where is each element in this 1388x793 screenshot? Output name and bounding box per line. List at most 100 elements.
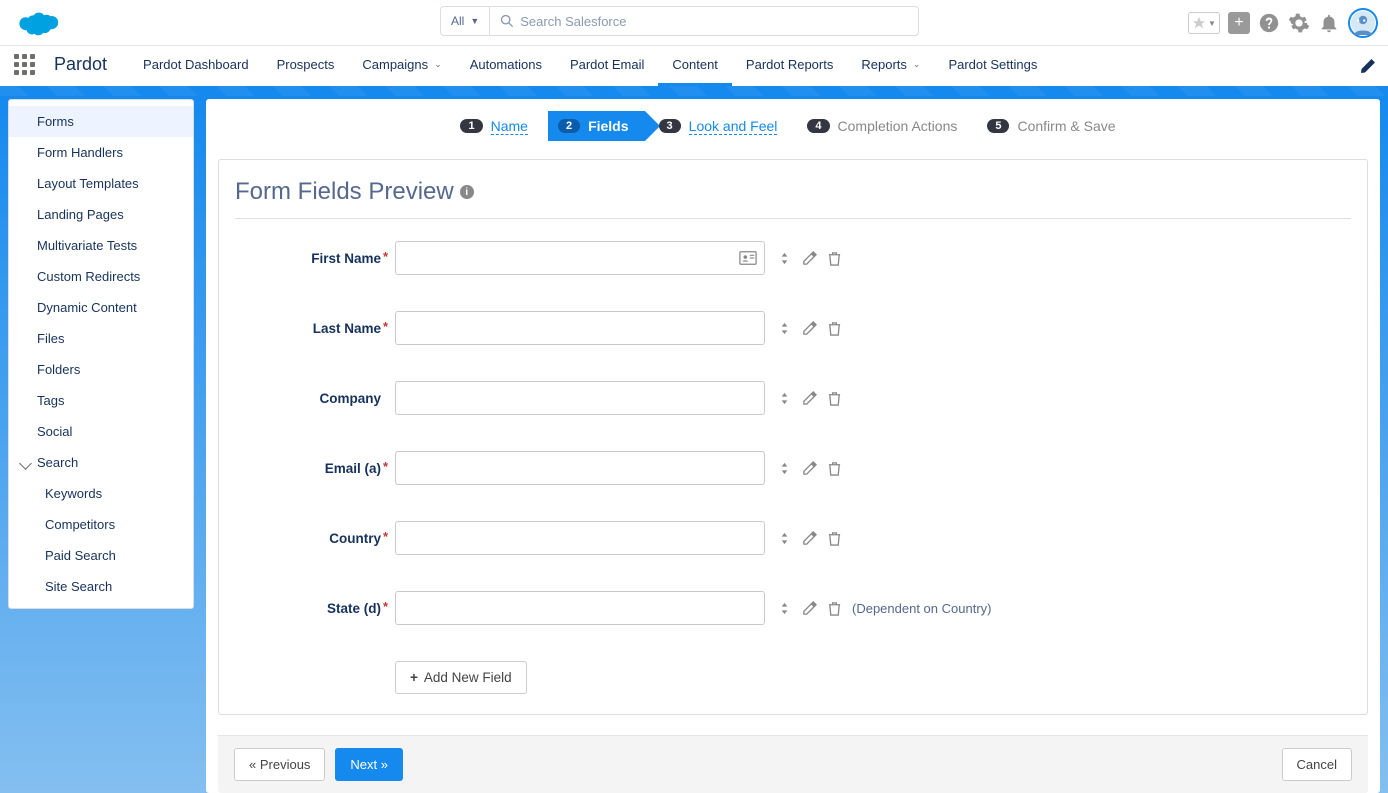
wizard-step-number: 4 bbox=[807, 119, 829, 133]
field-input[interactable] bbox=[395, 521, 765, 555]
edit-icon[interactable] bbox=[802, 391, 817, 406]
user-avatar[interactable] bbox=[1348, 8, 1378, 38]
sort-icon[interactable] bbox=[777, 601, 792, 616]
main-content: FormsForm HandlersLayout TemplatesLandin… bbox=[0, 96, 1388, 793]
star-icon bbox=[1192, 16, 1206, 30]
sidebar-item-forms[interactable]: Forms bbox=[9, 106, 193, 137]
field-actions bbox=[777, 251, 842, 266]
field-actions bbox=[777, 391, 842, 406]
sidebar-item-multivariate-tests[interactable]: Multivariate Tests bbox=[9, 230, 193, 261]
sidebar-item-folders[interactable]: Folders bbox=[9, 354, 193, 385]
sidebar-item-custom-redirects[interactable]: Custom Redirects bbox=[9, 261, 193, 292]
info-icon[interactable]: i bbox=[460, 185, 474, 199]
nav-item-label: Campaigns bbox=[362, 57, 428, 72]
header-utilities: ▼ + bbox=[1188, 8, 1378, 38]
cancel-button[interactable]: Cancel bbox=[1282, 748, 1352, 781]
sidebar-item-dynamic-content[interactable]: Dynamic Content bbox=[9, 292, 193, 323]
edit-icon[interactable] bbox=[802, 531, 817, 546]
search-input[interactable] bbox=[489, 6, 919, 36]
wizard-footer: « Previous Next » Cancel bbox=[218, 735, 1368, 793]
field-input[interactable] bbox=[395, 451, 765, 485]
search-scope-label: All bbox=[451, 14, 464, 28]
field-input[interactable] bbox=[395, 591, 765, 625]
wizard-step-look-and-feel[interactable]: 3Look and Feel bbox=[649, 111, 794, 141]
nav-item-content[interactable]: Content bbox=[658, 46, 732, 86]
setup-gear-icon[interactable] bbox=[1288, 12, 1310, 34]
sidebar-item-files[interactable]: Files bbox=[9, 323, 193, 354]
wizard-step-number: 3 bbox=[659, 119, 681, 133]
favorites-button[interactable]: ▼ bbox=[1188, 12, 1220, 34]
field-input[interactable] bbox=[395, 241, 765, 275]
previous-button[interactable]: « Previous bbox=[234, 748, 325, 781]
edit-icon[interactable] bbox=[802, 251, 817, 266]
divider bbox=[235, 218, 1351, 219]
wizard-step-label: Confirm & Save bbox=[1017, 118, 1115, 134]
trash-icon[interactable] bbox=[827, 461, 842, 476]
nav-item-pardot-settings[interactable]: Pardot Settings bbox=[934, 46, 1051, 86]
card-title-text: Form Fields Preview bbox=[235, 178, 454, 206]
wizard-steps: 1Name2Fields3Look and Feel4Completion Ac… bbox=[206, 111, 1380, 141]
sidebar-subitem-competitors[interactable]: Competitors bbox=[9, 509, 193, 540]
sidebar-item-form-handlers[interactable]: Form Handlers bbox=[9, 137, 193, 168]
sidebar-subitem-keywords[interactable]: Keywords bbox=[9, 478, 193, 509]
next-button[interactable]: Next » bbox=[335, 748, 403, 781]
edit-icon[interactable] bbox=[802, 321, 817, 336]
search-scope-dropdown[interactable]: All ▼ bbox=[440, 6, 489, 36]
field-label: First Name* bbox=[235, 251, 395, 266]
trash-icon[interactable] bbox=[827, 321, 842, 336]
nav-item-reports[interactable]: Reports⌄ bbox=[847, 46, 934, 86]
field-input[interactable] bbox=[395, 311, 765, 345]
nav-item-pardot-email[interactable]: Pardot Email bbox=[556, 46, 658, 86]
sidebar-group-search[interactable]: Search bbox=[9, 447, 193, 478]
nav-item-automations[interactable]: Automations bbox=[456, 46, 556, 86]
wizard-step-label: Fields bbox=[588, 118, 628, 134]
sort-icon[interactable] bbox=[777, 391, 792, 406]
sidebar-subitem-paid-search[interactable]: Paid Search bbox=[9, 540, 193, 571]
card-title: Form Fields Preview i bbox=[235, 178, 1351, 210]
sort-icon[interactable] bbox=[777, 461, 792, 476]
wizard-step-label: Name bbox=[491, 118, 528, 135]
nav-item-pardot-reports[interactable]: Pardot Reports bbox=[732, 46, 847, 86]
nav-item-label: Pardot Settings bbox=[948, 57, 1037, 72]
notifications-bell-icon[interactable] bbox=[1318, 12, 1340, 34]
app-launcher-icon[interactable] bbox=[14, 52, 40, 78]
add-new-field-button[interactable]: + Add New Field bbox=[395, 661, 527, 694]
sidebar-item-tags[interactable]: Tags bbox=[9, 385, 193, 416]
field-label: Company bbox=[235, 391, 395, 406]
field-input[interactable] bbox=[395, 381, 765, 415]
field-label: Last Name* bbox=[235, 321, 395, 336]
required-star: * bbox=[383, 249, 388, 264]
sidebar-subitem-site-search[interactable]: Site Search bbox=[9, 571, 193, 602]
nav-item-label: Pardot Reports bbox=[746, 57, 833, 72]
add-button-label: Add New Field bbox=[424, 670, 512, 685]
edit-icon[interactable] bbox=[802, 461, 817, 476]
trash-icon[interactable] bbox=[827, 391, 842, 406]
app-name: Pardot bbox=[54, 54, 107, 75]
sidebar-item-landing-pages[interactable]: Landing Pages bbox=[9, 199, 193, 230]
wizard-step-fields: 2 Fields bbox=[548, 111, 645, 141]
decorative-band bbox=[0, 86, 1388, 96]
trash-icon[interactable] bbox=[827, 251, 842, 266]
sidebar-item-social[interactable]: Social bbox=[9, 416, 193, 447]
nav-item-prospects[interactable]: Prospects bbox=[263, 46, 349, 86]
nav-item-campaigns[interactable]: Campaigns⌄ bbox=[348, 46, 455, 86]
edit-nav-pencil-icon[interactable] bbox=[1360, 58, 1376, 74]
nav-item-pardot-dashboard[interactable]: Pardot Dashboard bbox=[129, 46, 263, 86]
caret-down-icon: ▼ bbox=[470, 16, 479, 26]
wizard-step-number: 2 bbox=[558, 119, 580, 133]
global-actions-button[interactable]: + bbox=[1228, 12, 1250, 34]
required-star: * bbox=[383, 599, 388, 614]
sort-icon[interactable] bbox=[777, 531, 792, 546]
sidebar-item-layout-templates[interactable]: Layout Templates bbox=[9, 168, 193, 199]
wizard-step-number: 1 bbox=[460, 119, 482, 133]
edit-icon[interactable] bbox=[802, 601, 817, 616]
help-icon[interactable] bbox=[1258, 12, 1280, 34]
nav-item-label: Pardot Dashboard bbox=[143, 57, 249, 72]
wizard-step-name[interactable]: 1 Name bbox=[450, 111, 543, 141]
trash-icon[interactable] bbox=[827, 601, 842, 616]
caret-down-icon: ▼ bbox=[1208, 19, 1216, 28]
sort-icon[interactable] bbox=[777, 251, 792, 266]
sort-icon[interactable] bbox=[777, 321, 792, 336]
trash-icon[interactable] bbox=[827, 531, 842, 546]
plus-icon: + bbox=[410, 670, 418, 685]
